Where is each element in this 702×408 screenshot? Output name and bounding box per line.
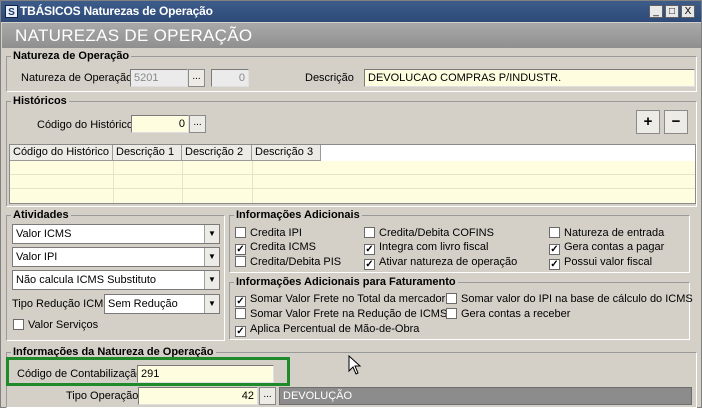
checkbox-box[interactable] (364, 227, 375, 238)
column-header[interactable]: Descrição 1 (113, 145, 182, 161)
checkbox-box[interactable]: ✓ (235, 244, 246, 255)
window-title: TBÁSICOS Naturezas de Operação (20, 4, 213, 18)
checkbox-label: Somar valor do IPI na base de cálculo do… (461, 293, 693, 305)
checkbox-box[interactable] (13, 319, 24, 330)
title-bar[interactable]: S TBÁSICOS Naturezas de Operação _ □ X (1, 1, 701, 22)
grid-divider (252, 161, 253, 203)
checkbox-label: Gera contas a receber (461, 308, 571, 320)
checkbox-label: Credita/Debita PIS (250, 256, 342, 268)
checkbox-box[interactable]: ✓ (549, 259, 560, 270)
tipo-operacao-description: DEVOLUÇÃO (279, 387, 692, 405)
credita-cofins-checkbox[interactable]: Credita/Debita COFINS (364, 227, 494, 239)
tipo-operacao-lookup-button[interactable]: ... (259, 387, 276, 405)
close-button[interactable]: X (681, 5, 695, 18)
chevron-down-icon[interactable]: ▼ (204, 248, 219, 266)
chevron-down-icon[interactable]: ▼ (204, 295, 219, 313)
credita-ipi-checkbox[interactable]: Credita IPI (235, 227, 302, 239)
historico-lookup-button[interactable]: ... (189, 115, 206, 133)
maximize-button[interactable]: □ (665, 5, 679, 18)
natureza-label: Natureza de Operação (21, 72, 133, 84)
integra-livro-checkbox[interactable]: ✓ Integra com livro fiscal (364, 241, 488, 255)
ipi-combo[interactable]: Valor IPI ▼ (12, 247, 220, 267)
historicos-table[interactable]: Código do Histórico Descrição 1 Descriçã… (9, 144, 696, 204)
ativar-natureza-checkbox[interactable]: ✓ Ativar natureza de operação (364, 256, 517, 270)
page-header: NATUREZAS DE OPERAÇÃO (2, 23, 701, 48)
column-header[interactable]: Código do Histórico (10, 145, 113, 161)
checkbox-box[interactable] (446, 308, 457, 319)
column-header[interactable]: Descrição 3 (252, 145, 321, 161)
checkbox-label: Ativar natureza de operação (379, 256, 518, 268)
checkbox-box[interactable] (235, 227, 246, 238)
main-window: S TBÁSICOS Naturezas de Operação _ □ X N… (0, 0, 702, 408)
checkbox-label: Credita ICMS (250, 241, 317, 253)
descricao-field[interactable]: DEVOLUCAO COMPRAS P/INDUSTR. (364, 69, 695, 87)
minus-icon[interactable]: − (664, 110, 688, 134)
gera-contas-pagar-checkbox[interactable]: ✓ Gera contas a pagar (549, 241, 664, 255)
checkbox-label: Possui valor fiscal (564, 256, 653, 268)
natureza-entrada-checkbox[interactable]: Natureza de entrada (549, 227, 664, 239)
gera-contas-receber-checkbox[interactable]: Gera contas a receber (446, 308, 570, 320)
checkbox-box[interactable] (446, 293, 457, 304)
historicos-legend: Históricos (13, 95, 67, 107)
tipo-reducao-value: Sem Redução (108, 298, 178, 310)
natureza-legend: Natureza de Operação (13, 50, 130, 62)
checkbox-box[interactable]: ✓ (549, 244, 560, 255)
natureza-seq-field[interactable]: 0 (211, 69, 249, 87)
icms-combo-value: Valor ICMS (16, 228, 72, 240)
icms-substituto-combo-value: Não calcula ICMS Substituto (16, 274, 157, 286)
somar-frete-total-checkbox[interactable]: ✓ Somar Valor Frete no Total da mercadori… (235, 293, 454, 307)
somar-ipi-checkbox[interactable]: Somar valor do IPI na base de cálculo do… (446, 293, 693, 305)
credita-icms-checkbox[interactable]: ✓ Credita ICMS (235, 241, 316, 255)
tipo-operacao-label: Tipo Operação (66, 390, 139, 402)
tipo-reducao-label: Tipo Redução ICMS (12, 298, 111, 310)
tipo-reducao-combo[interactable]: Sem Redução ▼ (104, 294, 220, 314)
checkbox-label: Aplica Percentual de Mão-de-Obra (250, 323, 420, 335)
plus-icon[interactable]: + (636, 110, 660, 134)
grid-divider (113, 161, 114, 203)
minimize-button[interactable]: _ (649, 5, 663, 18)
natureza-lookup-button[interactable]: ... (188, 69, 205, 87)
icms-substituto-combo[interactable]: Não calcula ICMS Substituto ▼ (12, 270, 220, 290)
mouse-cursor-icon (348, 355, 362, 375)
chevron-down-icon[interactable]: ▼ (204, 225, 219, 243)
checkbox-label: Natureza de entrada (564, 227, 665, 239)
info-faturamento-legend: Informações Adicionais para Faturamento (236, 276, 456, 288)
tipo-operacao-field[interactable]: 42 (138, 387, 258, 405)
checkbox-label: Somar Valor Frete na Redução de ICMS (250, 308, 448, 320)
checkbox-box[interactable] (549, 227, 560, 238)
checkbox-label: Credita/Debita COFINS (379, 227, 494, 239)
valor-servicos-label: Valor Serviços (28, 319, 99, 331)
codigo-historico-field[interactable]: 0 (131, 115, 189, 133)
somar-frete-reducao-checkbox[interactable]: Somar Valor Frete na Redução de ICMS (235, 308, 447, 320)
natureza-code-field[interactable]: 5201 (130, 69, 188, 87)
codigo-historico-label: Código do Histórico (37, 119, 133, 131)
checkbox-box[interactable] (235, 256, 246, 267)
ipi-combo-value: Valor IPI (16, 251, 58, 263)
checkbox-box[interactable]: ✓ (364, 259, 375, 270)
checkbox-box[interactable] (235, 308, 246, 319)
highlight-box (6, 357, 290, 386)
aplica-percentual-checkbox[interactable]: ✓ Aplica Percentual de Mão-de-Obra (235, 323, 419, 337)
credita-pis-checkbox[interactable]: Credita/Debita PIS (235, 256, 341, 268)
app-icon: S (5, 5, 18, 18)
chevron-down-icon[interactable]: ▼ (204, 271, 219, 289)
atividades-legend: Atividades (13, 209, 69, 221)
checkbox-box[interactable]: ✓ (364, 244, 375, 255)
possui-valor-fiscal-checkbox[interactable]: ✓ Possui valor fiscal (549, 256, 652, 270)
checkbox-box[interactable]: ✓ (235, 326, 246, 337)
checkbox-label: Gera contas a pagar (564, 241, 665, 253)
info-adicionais-legend: Informações Adicionais (236, 209, 360, 221)
page-title: NATUREZAS DE OPERAÇÃO (15, 26, 253, 45)
grid-divider (182, 161, 183, 203)
column-header[interactable]: Descrição 2 (182, 145, 252, 161)
icms-combo[interactable]: Valor ICMS ▼ (12, 224, 220, 244)
checkbox-box[interactable]: ✓ (235, 296, 246, 307)
valor-servicos-checkbox[interactable]: Valor Serviços (13, 319, 98, 331)
checkbox-label: Credita IPI (250, 227, 302, 239)
checkbox-label: Integra com livro fiscal (379, 241, 489, 253)
checkbox-label: Somar Valor Frete no Total da mercadoria (250, 293, 454, 305)
descricao-label: Descrição (305, 72, 354, 84)
